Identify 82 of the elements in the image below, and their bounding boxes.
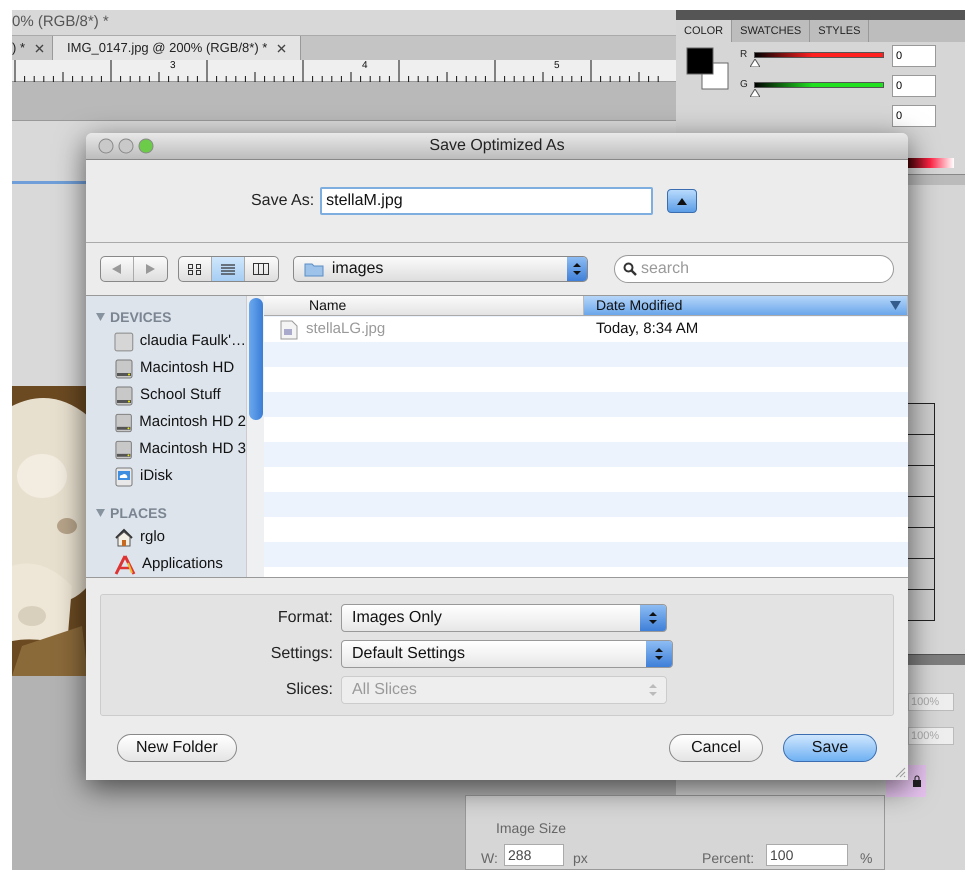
list-icon bbox=[220, 264, 235, 274]
field-label: Slices: bbox=[284, 680, 334, 700]
lock-icon[interactable] bbox=[912, 775, 922, 787]
list-view-button[interactable] bbox=[212, 257, 245, 281]
channel-label: R bbox=[740, 48, 748, 62]
color-ramp[interactable] bbox=[906, 158, 954, 168]
document-tab[interactable]: ) * bbox=[12, 36, 53, 60]
field-label: W: bbox=[481, 849, 498, 868]
close-icon[interactable] bbox=[277, 44, 286, 52]
grid-icon bbox=[188, 264, 202, 274]
navigation-control[interactable] bbox=[100, 256, 168, 282]
channel-label: G bbox=[740, 78, 748, 92]
scroll-thumb[interactable] bbox=[249, 298, 263, 420]
percent-field[interactable]: 100 bbox=[766, 844, 848, 866]
sidebar-item[interactable]: iDisk bbox=[86, 463, 246, 490]
channel-value-field[interactable]: 0 bbox=[892, 105, 936, 127]
sidebar-item[interactable]: School Stuff bbox=[86, 382, 246, 409]
back-arrow-icon bbox=[112, 264, 122, 274]
dialog-button[interactable]: New Folder bbox=[117, 734, 237, 762]
field-label: Percent: bbox=[702, 849, 754, 868]
unit-label: px bbox=[573, 849, 588, 868]
dialog-title: Save Optimized As bbox=[429, 136, 565, 156]
cloud-drive-icon bbox=[114, 466, 134, 486]
sidebar-item[interactable]: rglo bbox=[86, 524, 246, 551]
up-triangle-icon bbox=[677, 198, 688, 204]
stepper-icon bbox=[640, 605, 666, 631]
hard-drive-icon bbox=[114, 412, 134, 432]
hard-drive-icon bbox=[114, 386, 134, 406]
pencil-ruler-icon bbox=[114, 554, 136, 574]
sidebar-item[interactable]: Macintosh HD bbox=[86, 355, 246, 382]
dialog-button[interactable]: Cancel bbox=[669, 734, 763, 762]
file-name: stellaLG.jpg bbox=[306, 319, 386, 340]
search-icon bbox=[623, 262, 637, 276]
ruler-number: 4 bbox=[362, 61, 368, 71]
field-label: Settings: bbox=[270, 644, 334, 664]
minimize-button-icon[interactable] bbox=[118, 138, 134, 154]
hard-drive-icon bbox=[114, 358, 134, 378]
sidebar-item[interactable]: claudia Faulk'… bbox=[86, 328, 246, 355]
popup-menu[interactable]: Default Settings bbox=[341, 640, 673, 668]
channel-value-field[interactable]: 0 bbox=[892, 75, 936, 97]
ruler-number: 5 bbox=[554, 61, 560, 71]
unit-label: % bbox=[860, 849, 872, 868]
sort-arrow-icon bbox=[890, 301, 901, 310]
house-icon bbox=[114, 528, 134, 548]
file-date: Today, 8:34 AM bbox=[595, 319, 698, 340]
popup-menu[interactable]: Images Only bbox=[341, 604, 667, 632]
column-header[interactable]: Date Modified bbox=[584, 296, 908, 315]
search-field[interactable]: search bbox=[614, 255, 894, 283]
view-mode-control[interactable] bbox=[178, 256, 279, 282]
location-popup[interactable]: images bbox=[292, 256, 588, 282]
hard-drive-icon bbox=[114, 440, 134, 460]
default-button[interactable]: Save bbox=[783, 734, 877, 762]
resize-grip-icon[interactable] bbox=[894, 766, 906, 778]
zoom-button-icon[interactable] bbox=[138, 138, 154, 154]
close-icon[interactable] bbox=[35, 44, 44, 52]
forward-arrow-icon bbox=[146, 264, 155, 274]
channel-value-field[interactable]: 0 bbox=[892, 45, 936, 67]
document-tab[interactable]: IMG_0147.jpg @ 200% (RGB/8*) * bbox=[53, 36, 302, 60]
field-label: Format: bbox=[276, 608, 334, 628]
slider-thumb[interactable] bbox=[750, 89, 760, 97]
computer-icon bbox=[114, 332, 134, 352]
slider-thumb[interactable] bbox=[750, 59, 760, 67]
file-name-field[interactable]: stellaM.jpg bbox=[320, 187, 654, 215]
scroll-bar[interactable] bbox=[246, 296, 264, 577]
section-heading: PLACES bbox=[110, 504, 167, 522]
field-label: Save As: bbox=[251, 191, 314, 211]
sidebar-item[interactable]: Applications bbox=[86, 551, 246, 577]
section-heading: DEVICES bbox=[110, 308, 172, 326]
document-title: 0% (RGB/8*) * bbox=[12, 12, 109, 32]
ruler-number: 3 bbox=[170, 61, 176, 71]
panel-tab[interactable]: COLOR bbox=[676, 20, 732, 42]
sidebar-item[interactable]: Macintosh HD 3 bbox=[86, 436, 246, 463]
close-button-icon[interactable] bbox=[98, 138, 114, 154]
image-file-icon bbox=[280, 320, 298, 340]
expand-button[interactable] bbox=[667, 189, 698, 213]
stepper-icon bbox=[646, 641, 672, 667]
sidebar-item[interactable]: Macintosh HD 2 bbox=[86, 409, 246, 436]
folder-icon bbox=[304, 261, 324, 277]
width-field[interactable]: 288 bbox=[504, 844, 564, 866]
stepper-icon bbox=[567, 257, 587, 281]
columns-icon bbox=[253, 263, 270, 275]
color-swatches-icon[interactable] bbox=[686, 47, 730, 91]
